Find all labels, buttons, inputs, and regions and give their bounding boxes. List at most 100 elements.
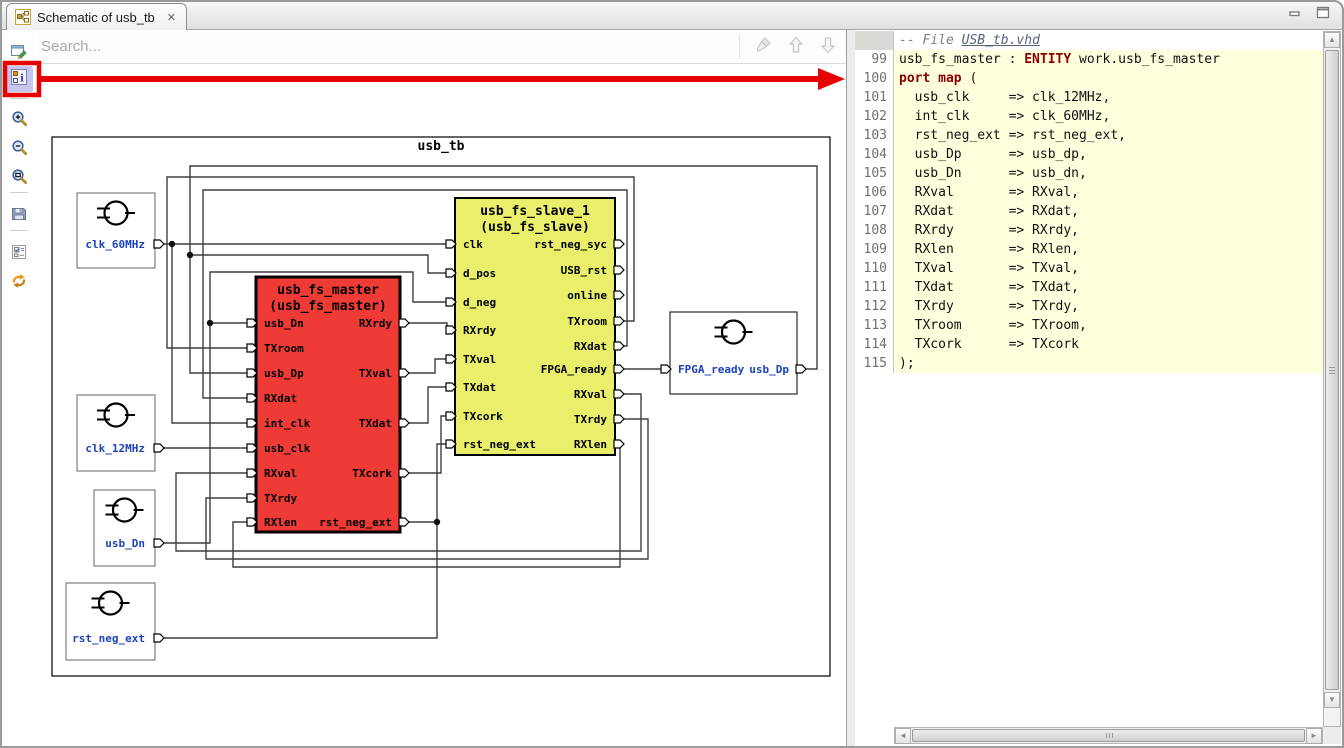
port-label: online: [567, 289, 607, 302]
block-title: usb_fs_slave_1: [480, 204, 590, 219]
port-label: rst_neg_ext: [463, 438, 536, 451]
port-out-TXroom[interactable]: [614, 317, 624, 325]
io-block[interactable]: [670, 312, 797, 394]
port-out-TXrdy[interactable]: [614, 415, 624, 423]
filter-options-icon: [10, 243, 28, 266]
code-vertical-scrollbar[interactable]: ▲ ▼: [1323, 31, 1341, 727]
wire[interactable]: [172, 244, 256, 423]
code-horizontal-scrollbar[interactable]: ◄ ►: [894, 727, 1323, 744]
port-out-TXcork[interactable]: [399, 469, 409, 477]
code-line: 99usb_fs_master : ENTITY work.usb_fs_mas…: [855, 50, 1323, 69]
generator-block-usb_Dn[interactable]: [94, 490, 155, 566]
code-text: TXval => TXval,: [894, 259, 1323, 278]
toolbar-separator: [10, 192, 28, 193]
code-text: int_clk => clk_60MHz,: [894, 107, 1323, 126]
port-label: TXdat: [463, 381, 496, 394]
toolbar-separator: [10, 230, 28, 231]
scroll-up-button[interactable]: ▲: [1324, 32, 1340, 48]
port-out-rst_neg_syc[interactable]: [614, 240, 624, 248]
refresh-button[interactable]: [5, 270, 33, 296]
io-input-label: FPGA_ready: [678, 363, 745, 376]
port-out-FPGA_ready[interactable]: [614, 365, 624, 373]
search-bar: [38, 30, 846, 64]
show-hdl-source-button[interactable]: i: [5, 66, 33, 92]
scrollbar-corner: [1323, 727, 1341, 744]
port-label: RXrdy: [359, 317, 392, 330]
code-line: 114 TXcork => TXcork: [855, 335, 1323, 354]
port-label: usb_Dp: [264, 367, 304, 380]
save-button[interactable]: [5, 203, 33, 229]
port-out-clk_60MHz[interactable]: [154, 240, 164, 248]
wire[interactable]: [437, 444, 455, 522]
code-line: 111 TXdat => TXdat,: [855, 278, 1323, 297]
scroll-down-button[interactable]: ▼: [1324, 692, 1340, 708]
wire[interactable]: [155, 522, 437, 638]
tab-schematic[interactable]: Schematic of usb_tb ✕: [6, 3, 187, 30]
code-text: TXroom => TXroom,: [894, 316, 1323, 335]
window-edit-icon: [10, 42, 28, 65]
code-line: 103 rst_neg_ext => rst_neg_ext,: [855, 126, 1323, 145]
file-link[interactable]: USB_tb.vhd: [962, 33, 1040, 48]
generator-label: clk_12MHz: [85, 442, 145, 455]
port-label: FPGA_ready: [541, 363, 608, 376]
port-out-clk_12MHz[interactable]: [154, 444, 164, 452]
arrow-down-icon[interactable]: [818, 35, 838, 60]
code-panel[interactable]: -- File USB_tb.vhd 99usb_fs_master : ENT…: [855, 31, 1323, 727]
port-label: clk: [463, 238, 483, 251]
code-line: 102 int_clk => clk_60MHz,: [855, 107, 1323, 126]
search-input[interactable]: [41, 38, 461, 55]
wire[interactable]: [190, 255, 455, 273]
port-out-USB_rst[interactable]: [614, 266, 624, 274]
horizontal-scroll-thumb[interactable]: [912, 729, 1305, 742]
code-lines: 99usb_fs_master : ENTITY work.usb_fs_mas…: [855, 50, 1323, 373]
port-out-RXlen[interactable]: [614, 440, 624, 448]
minimize-button[interactable]: [1288, 6, 1302, 24]
scroll-right-button[interactable]: ►: [1306, 728, 1322, 744]
testbench-boundary[interactable]: [52, 137, 830, 676]
line-number: 101: [855, 88, 894, 107]
zoom-in-icon: [11, 110, 28, 132]
port-label: int_clk: [264, 417, 311, 430]
zoom-fit-button[interactable]: [5, 166, 33, 192]
window-edit-button[interactable]: [5, 40, 33, 66]
code-header-comment: -- File: [899, 33, 962, 48]
generator-block-clk_12MHz[interactable]: [77, 395, 155, 471]
arrow-up-icon[interactable]: [786, 35, 806, 60]
port-out-usb_Dp[interactable]: [796, 365, 806, 373]
port-out-rst_neg_ext[interactable]: [154, 634, 164, 642]
port-label: TXrdy: [264, 492, 297, 505]
block-subtitle: (usb_fs_slave): [480, 220, 590, 235]
window-controls: [1288, 6, 1330, 24]
scroll-left-button[interactable]: ◄: [895, 728, 911, 744]
zoom-in-button[interactable]: [5, 108, 33, 134]
code-text: RXval => RXval,: [894, 183, 1323, 202]
line-number: 104: [855, 145, 894, 164]
code-line: 109 RXlen => RXlen,: [855, 240, 1323, 259]
zoom-out-button[interactable]: [5, 137, 33, 163]
code-text: RXrdy => RXrdy,: [894, 221, 1323, 240]
schematic-actions-toolbar: [739, 35, 838, 59]
code-text: port map (: [894, 69, 1323, 88]
line-number: 103: [855, 126, 894, 145]
maximize-button[interactable]: [1316, 6, 1330, 24]
port-out-usb_Dn[interactable]: [154, 539, 164, 547]
port-out-TXval[interactable]: [399, 369, 409, 377]
tab-close-button[interactable]: ✕: [167, 11, 176, 24]
code-line: 107 RXdat => RXdat,: [855, 202, 1323, 221]
code-line: 108 RXrdy => RXrdy,: [855, 221, 1323, 240]
schematic-canvas[interactable]: usb_tbclk_60MHzclk_12MHzusb_Dnrst_neg_ex…: [0, 30, 847, 748]
generator-block-rst_neg_ext[interactable]: [66, 583, 155, 660]
port-out-online[interactable]: [614, 291, 624, 299]
port-out-TXdat[interactable]: [399, 419, 409, 427]
port-out-RXrdy[interactable]: [399, 319, 409, 327]
port-out-RXdat[interactable]: [614, 342, 624, 350]
filter-options-button[interactable]: [5, 241, 33, 267]
generator-block-clk_60MHz[interactable]: [77, 193, 155, 268]
brush-icon[interactable]: [754, 35, 774, 60]
line-number: 113: [855, 316, 894, 335]
pane-splitter[interactable]: [846, 30, 855, 746]
vertical-scroll-thumb[interactable]: [1325, 50, 1339, 690]
port-out-RXval[interactable]: [614, 390, 624, 398]
port-out-rst_neg_ext[interactable]: [399, 518, 409, 526]
line-number: 115: [855, 354, 894, 373]
